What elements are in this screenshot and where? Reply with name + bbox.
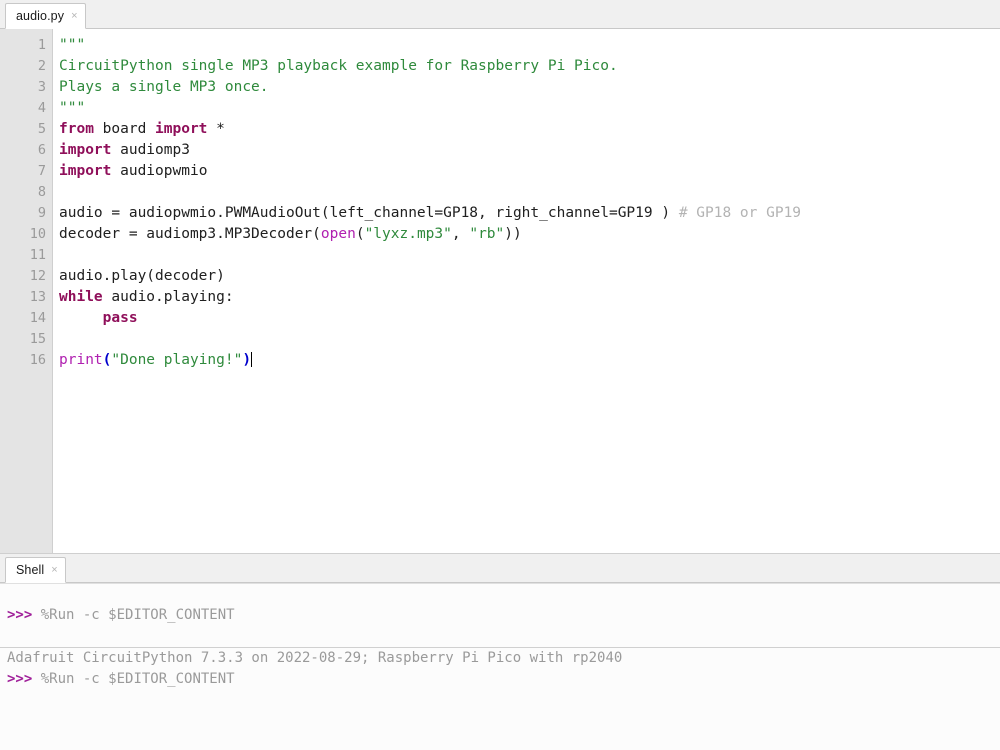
shell-output-line: Adafruit CircuitPython 7.3.3 on 2022-08-… (0, 648, 1000, 669)
code-line[interactable]: Plays a single MP3 once. (57, 77, 1000, 98)
code-token-cmt: # GP18 or GP19 (678, 205, 802, 221)
code-token-kw: import (59, 163, 112, 179)
code-token-kw: while (59, 289, 103, 305)
code-token-pl: )) (504, 226, 522, 242)
code-token-pl: audio = audiopwmio.PWMAudioOut(left_chan… (59, 205, 679, 221)
code-token-brk: ) (242, 352, 252, 368)
line-number: 2 (37, 58, 46, 74)
shell-command-text: %Run -c $EDITOR_CONTENT (32, 671, 235, 687)
shell-tab[interactable]: Shell × (5, 557, 66, 583)
code-line[interactable]: """ (57, 35, 1000, 56)
line-number: 13 (29, 289, 46, 305)
thonny-ide-window: audio.py × 1 2 3 4 5 6 7 8 9 10 11 12 13 14 15 16 """ Ci… (0, 0, 1000, 750)
code-line[interactable] (57, 329, 1000, 350)
line-number: 11 (29, 247, 46, 263)
shell-command-line[interactable]: >>> %Run -c $EDITOR_CONTENT (0, 605, 1000, 626)
code-token-pl: decoder = audiomp3.MP3Decoder( (59, 226, 321, 242)
code-token-pl: ( (355, 226, 365, 242)
line-number: 8 (37, 184, 46, 200)
code-token-kw: import (155, 121, 208, 137)
line-number: 16 (29, 352, 46, 368)
code-line[interactable]: pass (57, 308, 1000, 329)
shell-blank-line (0, 584, 1000, 605)
shell-blank-line (0, 626, 1000, 647)
shell-output-text: Adafruit CircuitPython 7.3.3 on 2022-08-… (7, 650, 623, 666)
line-number: 12 (29, 268, 46, 284)
line-number: 14 (29, 310, 46, 326)
shell-prompt: >>> (7, 607, 33, 623)
shell-command-line[interactable]: >>> %Run -c $EDITOR_CONTENT (0, 669, 1000, 690)
line-number: 5 (37, 121, 46, 137)
shell-output-area[interactable]: >>> %Run -c $EDITOR_CONTENT Adafruit Cir… (0, 583, 1000, 750)
line-number: 6 (37, 142, 46, 158)
editor-tab-label: audio.py (16, 9, 65, 23)
code-token-kw: pass (102, 310, 138, 326)
editor-tab-audio-py[interactable]: audio.py × (5, 3, 86, 29)
code-token-doc: """ (59, 100, 86, 116)
code-line[interactable]: CircuitPython single MP3 playback exampl… (57, 56, 1000, 77)
code-token-builtin: open (320, 226, 356, 242)
code-token-pl: audiopwmio (111, 163, 208, 179)
code-token-builtin: print (59, 352, 103, 368)
code-line[interactable] (57, 182, 1000, 203)
shell-tab-label: Shell (16, 563, 45, 577)
line-number: 7 (37, 163, 46, 179)
code-line[interactable]: import audiopwmio (57, 161, 1000, 182)
code-token-doc: CircuitPython single MP3 playback exampl… (59, 58, 618, 74)
code-line[interactable]: audio = audiopwmio.PWMAudioOut(left_chan… (57, 203, 1000, 224)
code-line[interactable]: while audio.playing: (57, 287, 1000, 308)
text-caret (251, 352, 253, 367)
shell-tabstrip: Shell × (0, 554, 1000, 583)
code-token-doc: """ (59, 37, 86, 53)
code-token-kw: from (59, 121, 94, 137)
line-number-gutter: 1 2 3 4 5 6 7 8 9 10 11 12 13 14 15 16 (0, 29, 53, 553)
code-token-str: "lyxz.mp3" (364, 226, 452, 242)
code-token-pl: , (451, 226, 470, 242)
code-line[interactable]: decoder = audiomp3.MP3Decoder(open("lyxz… (57, 224, 1000, 245)
code-editor-pane[interactable]: 1 2 3 4 5 6 7 8 9 10 11 12 13 14 15 16 """ CircuitPython… (0, 29, 1000, 553)
close-icon[interactable]: × (71, 10, 77, 22)
line-number: 3 (37, 79, 46, 95)
close-icon[interactable]: × (51, 564, 57, 576)
line-number: 4 (37, 100, 46, 116)
code-token-pl: board (93, 121, 156, 137)
code-text-area[interactable]: """ CircuitPython single MP3 playback exa… (53, 29, 1000, 553)
code-line[interactable] (57, 245, 1000, 266)
code-token-pl: audiomp3 (111, 142, 190, 158)
line-number: 15 (29, 331, 46, 347)
line-number: 9 (37, 205, 46, 221)
code-token-kw: import (59, 142, 112, 158)
code-token-pl: audio.play(decoder) (59, 268, 225, 284)
code-line[interactable]: audio.play(decoder) (57, 266, 1000, 287)
code-line[interactable]: from board import * (57, 119, 1000, 140)
editor-tabstrip: audio.py × (0, 0, 1000, 29)
code-token-str: "rb" (469, 226, 505, 242)
shell-pane: Shell × >>> %Run -c $EDITOR_CONTENT Adaf… (0, 553, 1000, 750)
code-line[interactable]: """ (57, 98, 1000, 119)
code-token-doc: Plays a single MP3 once. (59, 79, 269, 95)
shell-prompt: >>> (7, 671, 33, 687)
code-line[interactable]: print("Done playing!") (57, 350, 1000, 371)
code-token-pl: audio.playing: (102, 289, 234, 305)
code-line[interactable]: import audiomp3 (57, 140, 1000, 161)
code-token-str: "Done playing!" (111, 352, 243, 368)
shell-command-text: %Run -c $EDITOR_CONTENT (32, 607, 235, 623)
line-number: 10 (29, 226, 46, 242)
code-token-pl: * (207, 121, 225, 137)
line-number: 1 (37, 37, 46, 53)
